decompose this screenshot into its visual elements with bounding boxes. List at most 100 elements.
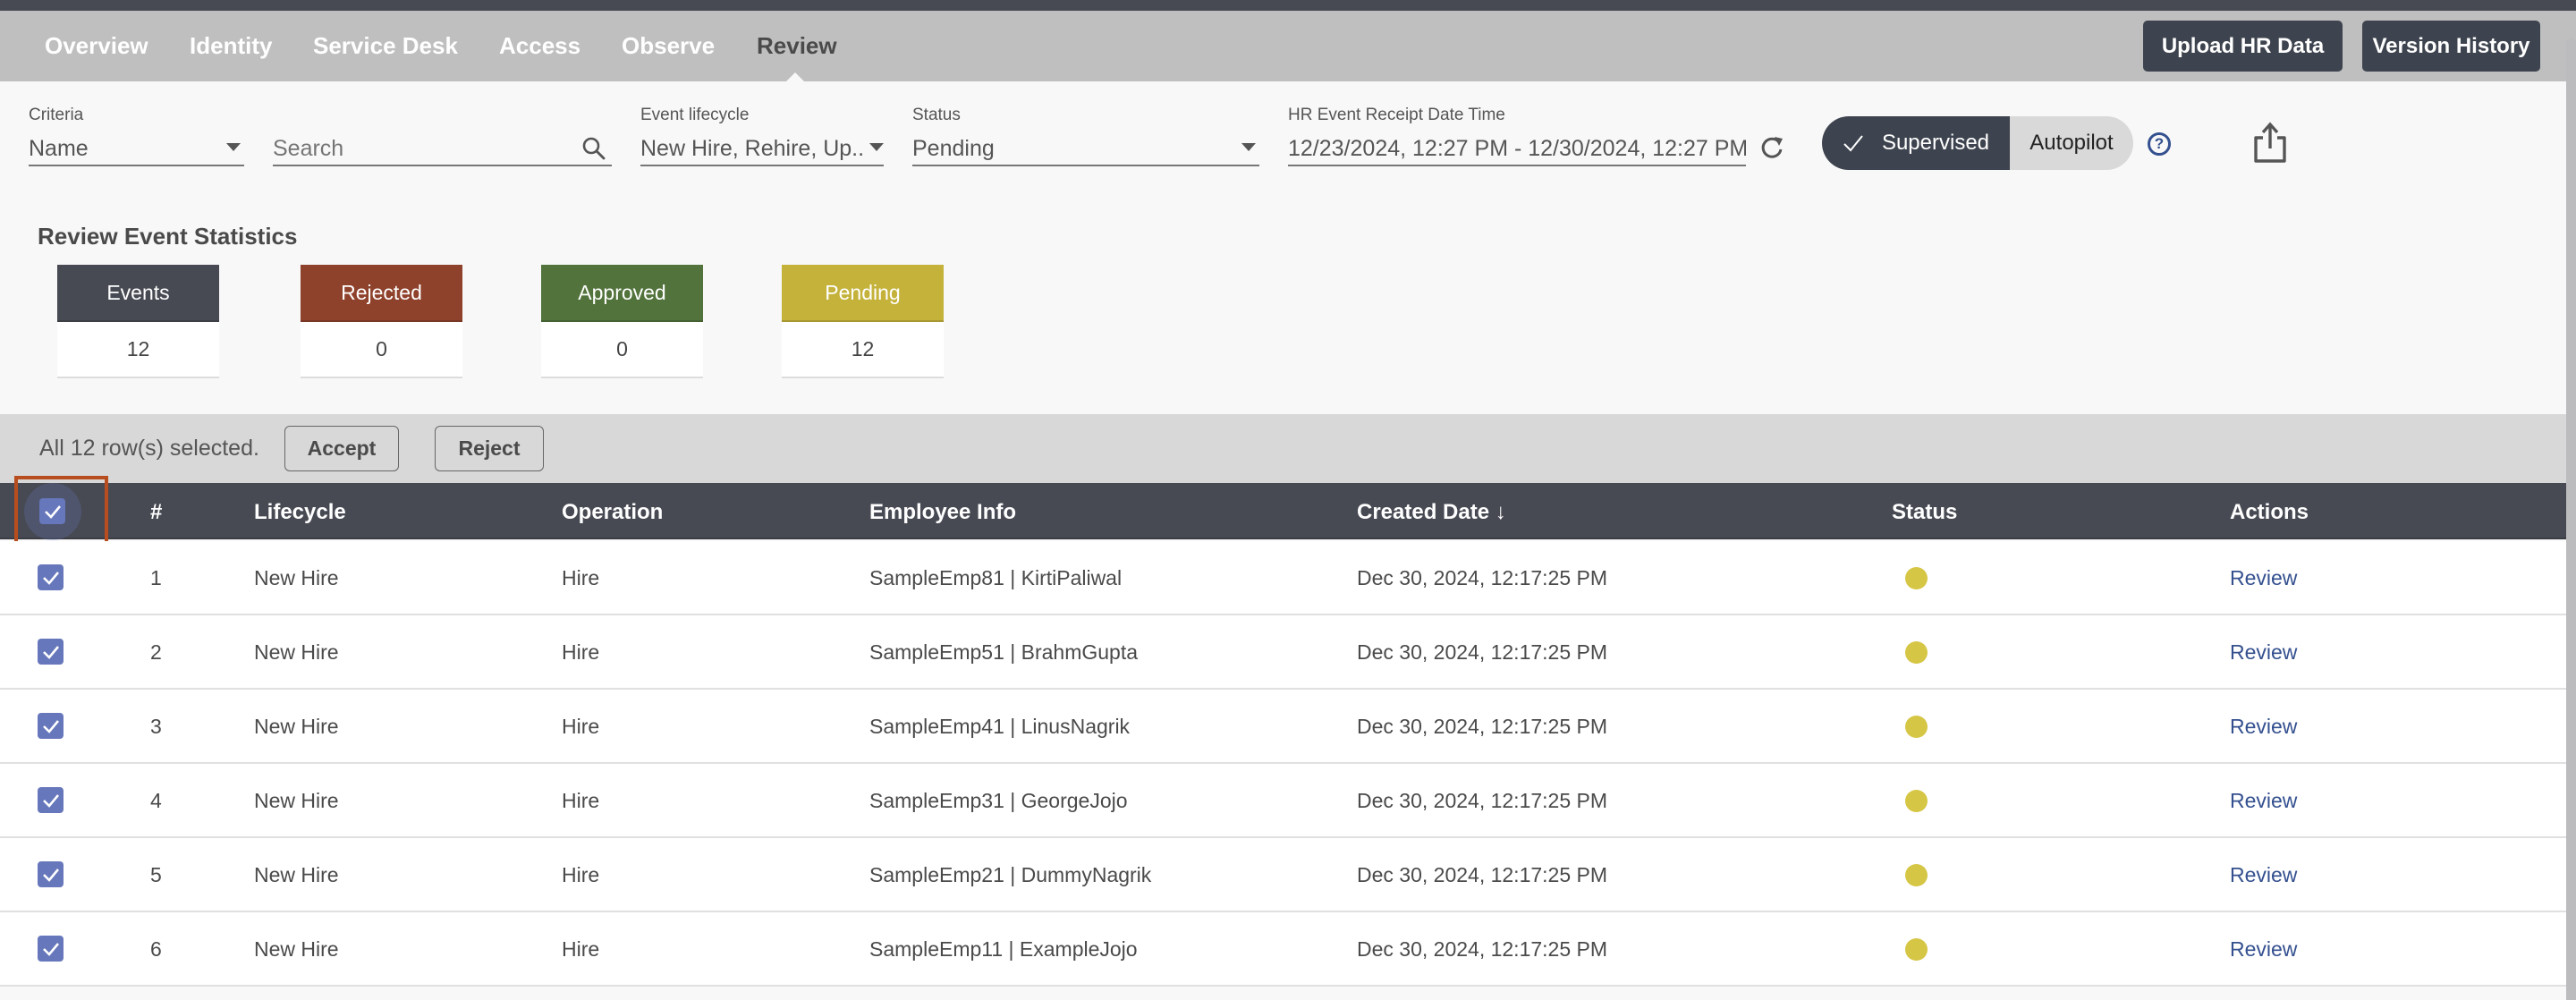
review-link[interactable]: Review (2230, 715, 2297, 739)
column-header-created-date[interactable]: Created Date ↓ (1357, 500, 1506, 525)
cell-operation: Hire (562, 566, 600, 589)
chevron-down-icon (1241, 143, 1256, 151)
cell-operation: Hire (562, 715, 600, 738)
cell-number: 1 (150, 566, 162, 589)
date-range-field[interactable]: HR Event Receipt Date Time 12/23/2024, 1… (1288, 106, 1746, 166)
cell-lifecycle: New Hire (254, 863, 339, 886)
column-header-lifecycle[interactable]: Lifecycle (254, 500, 346, 525)
check-icon (42, 571, 59, 585)
check-icon (42, 645, 59, 659)
vertical-scrollbar[interactable] (2566, 38, 2576, 1000)
column-header-operation[interactable]: Operation (562, 500, 663, 525)
event-lifecycle-label: Event lifecycle (640, 106, 750, 124)
column-header-status[interactable]: Status (1892, 500, 1957, 525)
status-pending-dot (1905, 716, 1928, 738)
stat-label: Rejected (301, 265, 462, 322)
cell-operation: Hire (562, 937, 600, 961)
search-field[interactable] (273, 106, 612, 166)
select-all-checkbox[interactable] (39, 498, 65, 524)
cell-lifecycle: New Hire (254, 715, 339, 738)
row-checkbox[interactable] (38, 861, 64, 887)
stat-value: 0 (376, 337, 387, 360)
status-pending-dot (1905, 567, 1928, 589)
version-history-button[interactable]: Version History (2362, 21, 2540, 72)
tab-review[interactable]: Review (757, 32, 837, 60)
row-checkbox[interactable] (38, 936, 64, 962)
review-link[interactable]: Review (2230, 640, 2297, 665)
row-checkbox[interactable] (38, 713, 64, 739)
check-icon (42, 719, 59, 733)
table-row[interactable]: 1 New Hire Hire SampleEmp81 | KirtiPaliwal D… (0, 541, 2566, 615)
check-icon (1843, 135, 1863, 152)
cell-created-date: Dec 30, 2024, 12:17:25 PM (1357, 937, 1608, 961)
stat-value: 12 (851, 337, 875, 360)
stat-value: 0 (616, 337, 628, 360)
cell-employee-info: SampleEmp81 | KirtiPaliwal (869, 566, 1123, 589)
cell-created-date: Dec 30, 2024, 12:17:25 PM (1357, 789, 1608, 812)
table-header: # Lifecycle Operation Employee Info Crea… (0, 483, 2566, 540)
cell-created-date: Dec 30, 2024, 12:17:25 PM (1357, 863, 1608, 886)
check-icon (42, 868, 59, 882)
date-range-value: 12/23/2024, 12:27 PM - 12/30/2024, 12:27… (1288, 135, 1746, 161)
column-header-number[interactable]: # (150, 500, 162, 525)
row-checkbox[interactable] (38, 787, 64, 813)
tab-identity[interactable]: Identity (190, 32, 272, 60)
cell-lifecycle: New Hire (254, 566, 339, 589)
table-row[interactable]: 3 New Hire Hire SampleEmp41 | LinusNagrik De… (0, 690, 2566, 764)
autopilot-label: Autopilot (2029, 131, 2114, 155)
cell-employee-info: SampleEmp41 | LinusNagrik (869, 715, 1131, 738)
tab-service-desk[interactable]: Service Desk (313, 32, 458, 60)
cell-number: 3 (150, 715, 162, 738)
stat-value: 12 (126, 337, 150, 360)
event-lifecycle-select[interactable]: Event lifecycle New Hire, Rehire, Up... (640, 106, 884, 166)
status-pending-dot (1905, 864, 1928, 886)
criteria-value: Name (29, 135, 89, 161)
table-row[interactable]: 6 New Hire Hire SampleEmp11 | ExampleJojo De… (0, 912, 2566, 987)
stat-label: Events (57, 265, 219, 322)
tab-observe[interactable]: Observe (622, 32, 715, 60)
review-link[interactable]: Review (2230, 789, 2297, 813)
chevron-down-icon (226, 143, 241, 151)
cell-operation: Hire (562, 640, 600, 664)
upload-hr-data-button[interactable]: Upload HR Data (2143, 21, 2343, 72)
review-link[interactable]: Review (2230, 863, 2297, 887)
reject-button[interactable]: Reject (435, 426, 544, 471)
accept-button[interactable]: Accept (284, 426, 399, 471)
search-input[interactable] (273, 135, 559, 162)
share-export-icon[interactable] (2252, 122, 2288, 163)
cell-operation: Hire (562, 789, 600, 812)
review-link[interactable]: Review (2230, 937, 2297, 962)
refresh-icon[interactable] (1759, 134, 1784, 161)
cell-employee-info: SampleEmp21 | DummyNagrik (869, 863, 1152, 886)
cell-created-date: Dec 30, 2024, 12:17:25 PM (1357, 566, 1608, 589)
table-row[interactable]: 2 New Hire Hire SampleEmp51 | BrahmGupta Dec… (0, 615, 2566, 690)
chevron-down-icon (869, 143, 884, 151)
row-checkbox[interactable] (38, 564, 64, 590)
stat-label: Pending (782, 265, 944, 322)
supervised-option[interactable]: Supervised (1822, 116, 2010, 170)
criteria-label: Criteria (29, 106, 84, 124)
cell-employee-info: SampleEmp51 | BrahmGupta (869, 640, 1139, 664)
selection-count-text: All 12 row(s) selected. (39, 436, 259, 461)
tab-overview[interactable]: Overview (45, 32, 148, 60)
search-icon[interactable] (581, 136, 606, 161)
table-row[interactable]: 5 New Hire Hire SampleEmp21 | DummyNagrik De… (0, 838, 2566, 912)
stat-card-events: Events 12 (57, 265, 219, 378)
review-link[interactable]: Review (2230, 566, 2297, 590)
status-value: Pending (912, 135, 995, 161)
status-select[interactable]: Status Pending (912, 106, 1259, 166)
column-header-employee-info[interactable]: Employee Info (869, 500, 1016, 525)
date-range-label: HR Event Receipt Date Time (1288, 106, 1505, 124)
criteria-select[interactable]: Criteria Name (29, 106, 244, 166)
status-pending-dot (1905, 790, 1928, 812)
help-icon[interactable]: ? (2148, 132, 2171, 156)
row-checkbox[interactable] (38, 639, 64, 665)
column-header-actions: Actions (2230, 500, 2309, 524)
autopilot-option[interactable]: Autopilot (2010, 116, 2133, 170)
cell-created-date: Dec 30, 2024, 12:17:25 PM (1357, 715, 1608, 738)
selection-bar: All 12 row(s) selected. Accept Reject (0, 414, 2566, 483)
table-row[interactable]: 4 New Hire Hire SampleEmp31 | GeorgeJojo Dec… (0, 764, 2566, 838)
check-icon (44, 504, 61, 519)
tab-access[interactable]: Access (499, 32, 580, 60)
cell-number: 6 (150, 937, 162, 961)
